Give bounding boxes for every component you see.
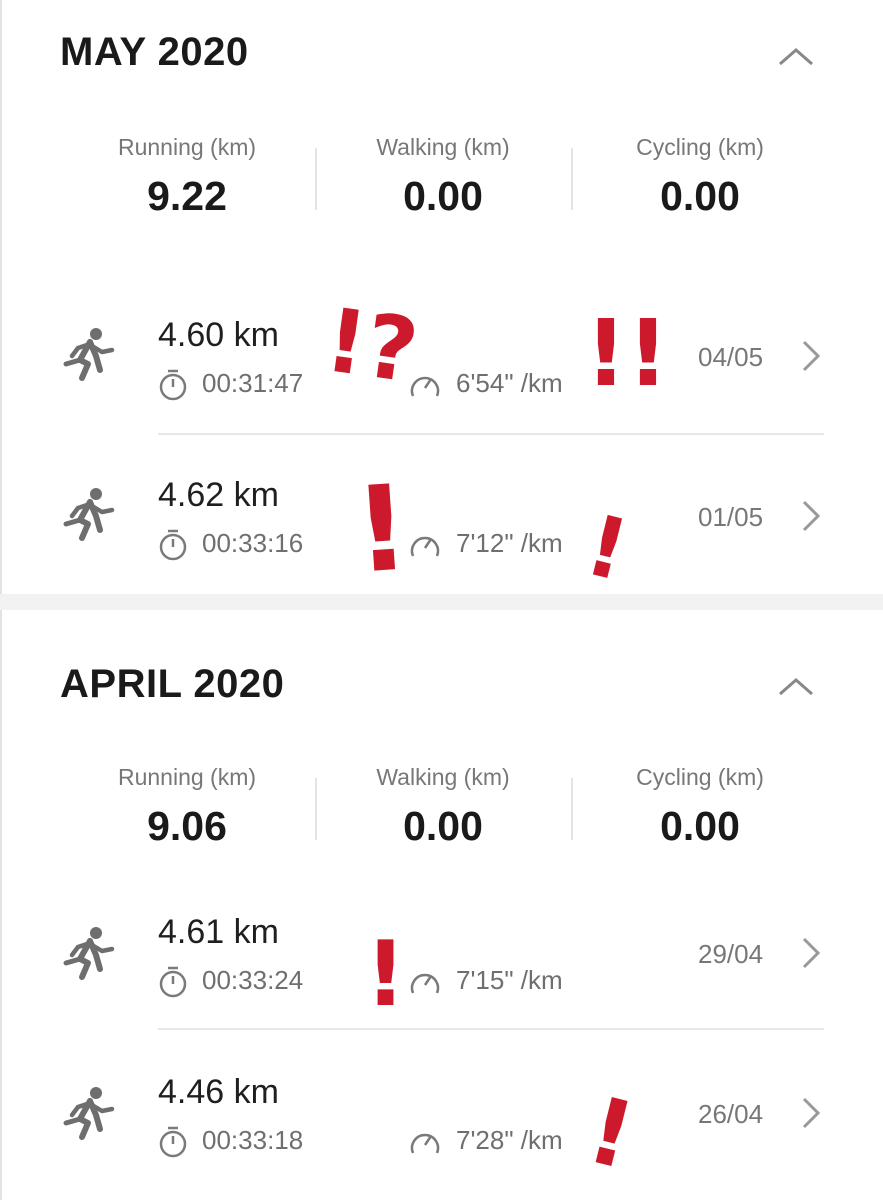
speedometer-icon <box>410 536 440 557</box>
running-person-icon <box>63 1087 115 1140</box>
month-stats: Running (km) 9.06 Walking (km) 0.00 Cycl… <box>0 764 883 864</box>
stat-value: 0.00 <box>660 173 740 219</box>
row-divider <box>158 433 824 435</box>
running-person-icon <box>63 927 115 980</box>
activity-pace: 6'54" /km <box>456 368 563 398</box>
stat-label: Running (km) <box>117 134 257 160</box>
activity-pace: 7'15" /km <box>456 965 563 995</box>
stat-value: 9.22 <box>147 173 227 219</box>
stat-value: 0.00 <box>660 803 740 849</box>
chevron-up-icon[interactable] <box>772 668 820 708</box>
activity-date: 29/04 <box>698 939 764 969</box>
stat-cycling: Cycling (km) 0.00 <box>570 134 830 220</box>
activity-row[interactable]: 4.46 km 00:33:18 7'28" /km 26/04 <box>0 1045 883 1185</box>
month-title: MAY 2020 <box>60 30 249 74</box>
chevron-right-icon[interactable] <box>796 933 826 973</box>
activity-date: 04/05 <box>698 342 764 372</box>
activity-duration: 00:33:18 <box>202 1125 304 1155</box>
stat-cycling: Cycling (km) 0.00 <box>570 764 830 850</box>
annotation-interrobang: !? <box>319 288 424 403</box>
chevron-right-icon[interactable] <box>796 336 826 376</box>
stat-label: Cycling (km) <box>636 764 764 790</box>
speedometer-icon <box>410 1133 440 1154</box>
row-divider <box>158 1028 824 1030</box>
speedometer-icon <box>410 973 440 994</box>
activity-row[interactable]: 4.60 km 00:31:47 6'54" /km 04/05 <box>0 300 883 440</box>
stat-value: 9.06 <box>147 803 227 849</box>
chevron-right-icon[interactable] <box>796 496 826 536</box>
activity-duration: 00:33:24 <box>202 965 304 995</box>
activity-pace: 7'28" /km <box>456 1125 563 1155</box>
annotation-exclamation: ! <box>350 458 414 600</box>
stat-value: 0.00 <box>403 803 483 849</box>
activity-distance: 4.60 km <box>158 316 279 354</box>
activity-row[interactable]: 4.62 km 00:33:16 7'12" /km 01/05 <box>0 460 883 600</box>
activity-row[interactable]: 4.61 km 00:33:24 7'15" /km 29/04 <box>0 885 883 1025</box>
running-person-icon <box>63 328 115 381</box>
stat-value: 0.00 <box>403 173 483 219</box>
section-gap <box>0 594 883 610</box>
stopwatch-icon <box>159 1126 187 1158</box>
stat-walking: Walking (km) 0.00 <box>313 134 573 220</box>
month-stats: Running (km) 9.22 Walking (km) 0.00 Cycl… <box>0 134 883 234</box>
activity-date: 01/05 <box>698 502 764 532</box>
stopwatch-icon <box>159 529 187 561</box>
activity-distance: 4.46 km <box>158 1073 279 1111</box>
activity-pace: 7'12" /km <box>456 528 563 558</box>
stat-walking: Walking (km) 0.00 <box>313 764 573 850</box>
activity-distance: 4.62 km <box>158 476 279 514</box>
stat-label: Running (km) <box>117 764 257 790</box>
month-title: APRIL 2020 <box>60 662 285 706</box>
stat-running: Running (km) 9.06 <box>57 764 317 850</box>
stopwatch-icon <box>159 966 187 998</box>
activity-date: 26/04 <box>698 1099 764 1129</box>
stopwatch-icon <box>159 369 187 401</box>
stat-label: Walking (km) <box>376 134 510 160</box>
annotation-exclamation: ! <box>365 922 407 1027</box>
stat-label: Cycling (km) <box>636 134 764 160</box>
stat-label: Walking (km) <box>376 764 510 790</box>
chevron-right-icon[interactable] <box>796 1093 826 1133</box>
annotation-double-exclamation: !! <box>585 300 669 407</box>
activity-distance: 4.61 km <box>158 913 279 951</box>
activity-duration: 00:31:47 <box>202 368 304 398</box>
stat-running: Running (km) 9.22 <box>57 134 317 220</box>
activity-duration: 00:33:16 <box>202 528 304 558</box>
chevron-up-icon[interactable] <box>772 38 820 78</box>
running-person-icon <box>63 488 115 541</box>
